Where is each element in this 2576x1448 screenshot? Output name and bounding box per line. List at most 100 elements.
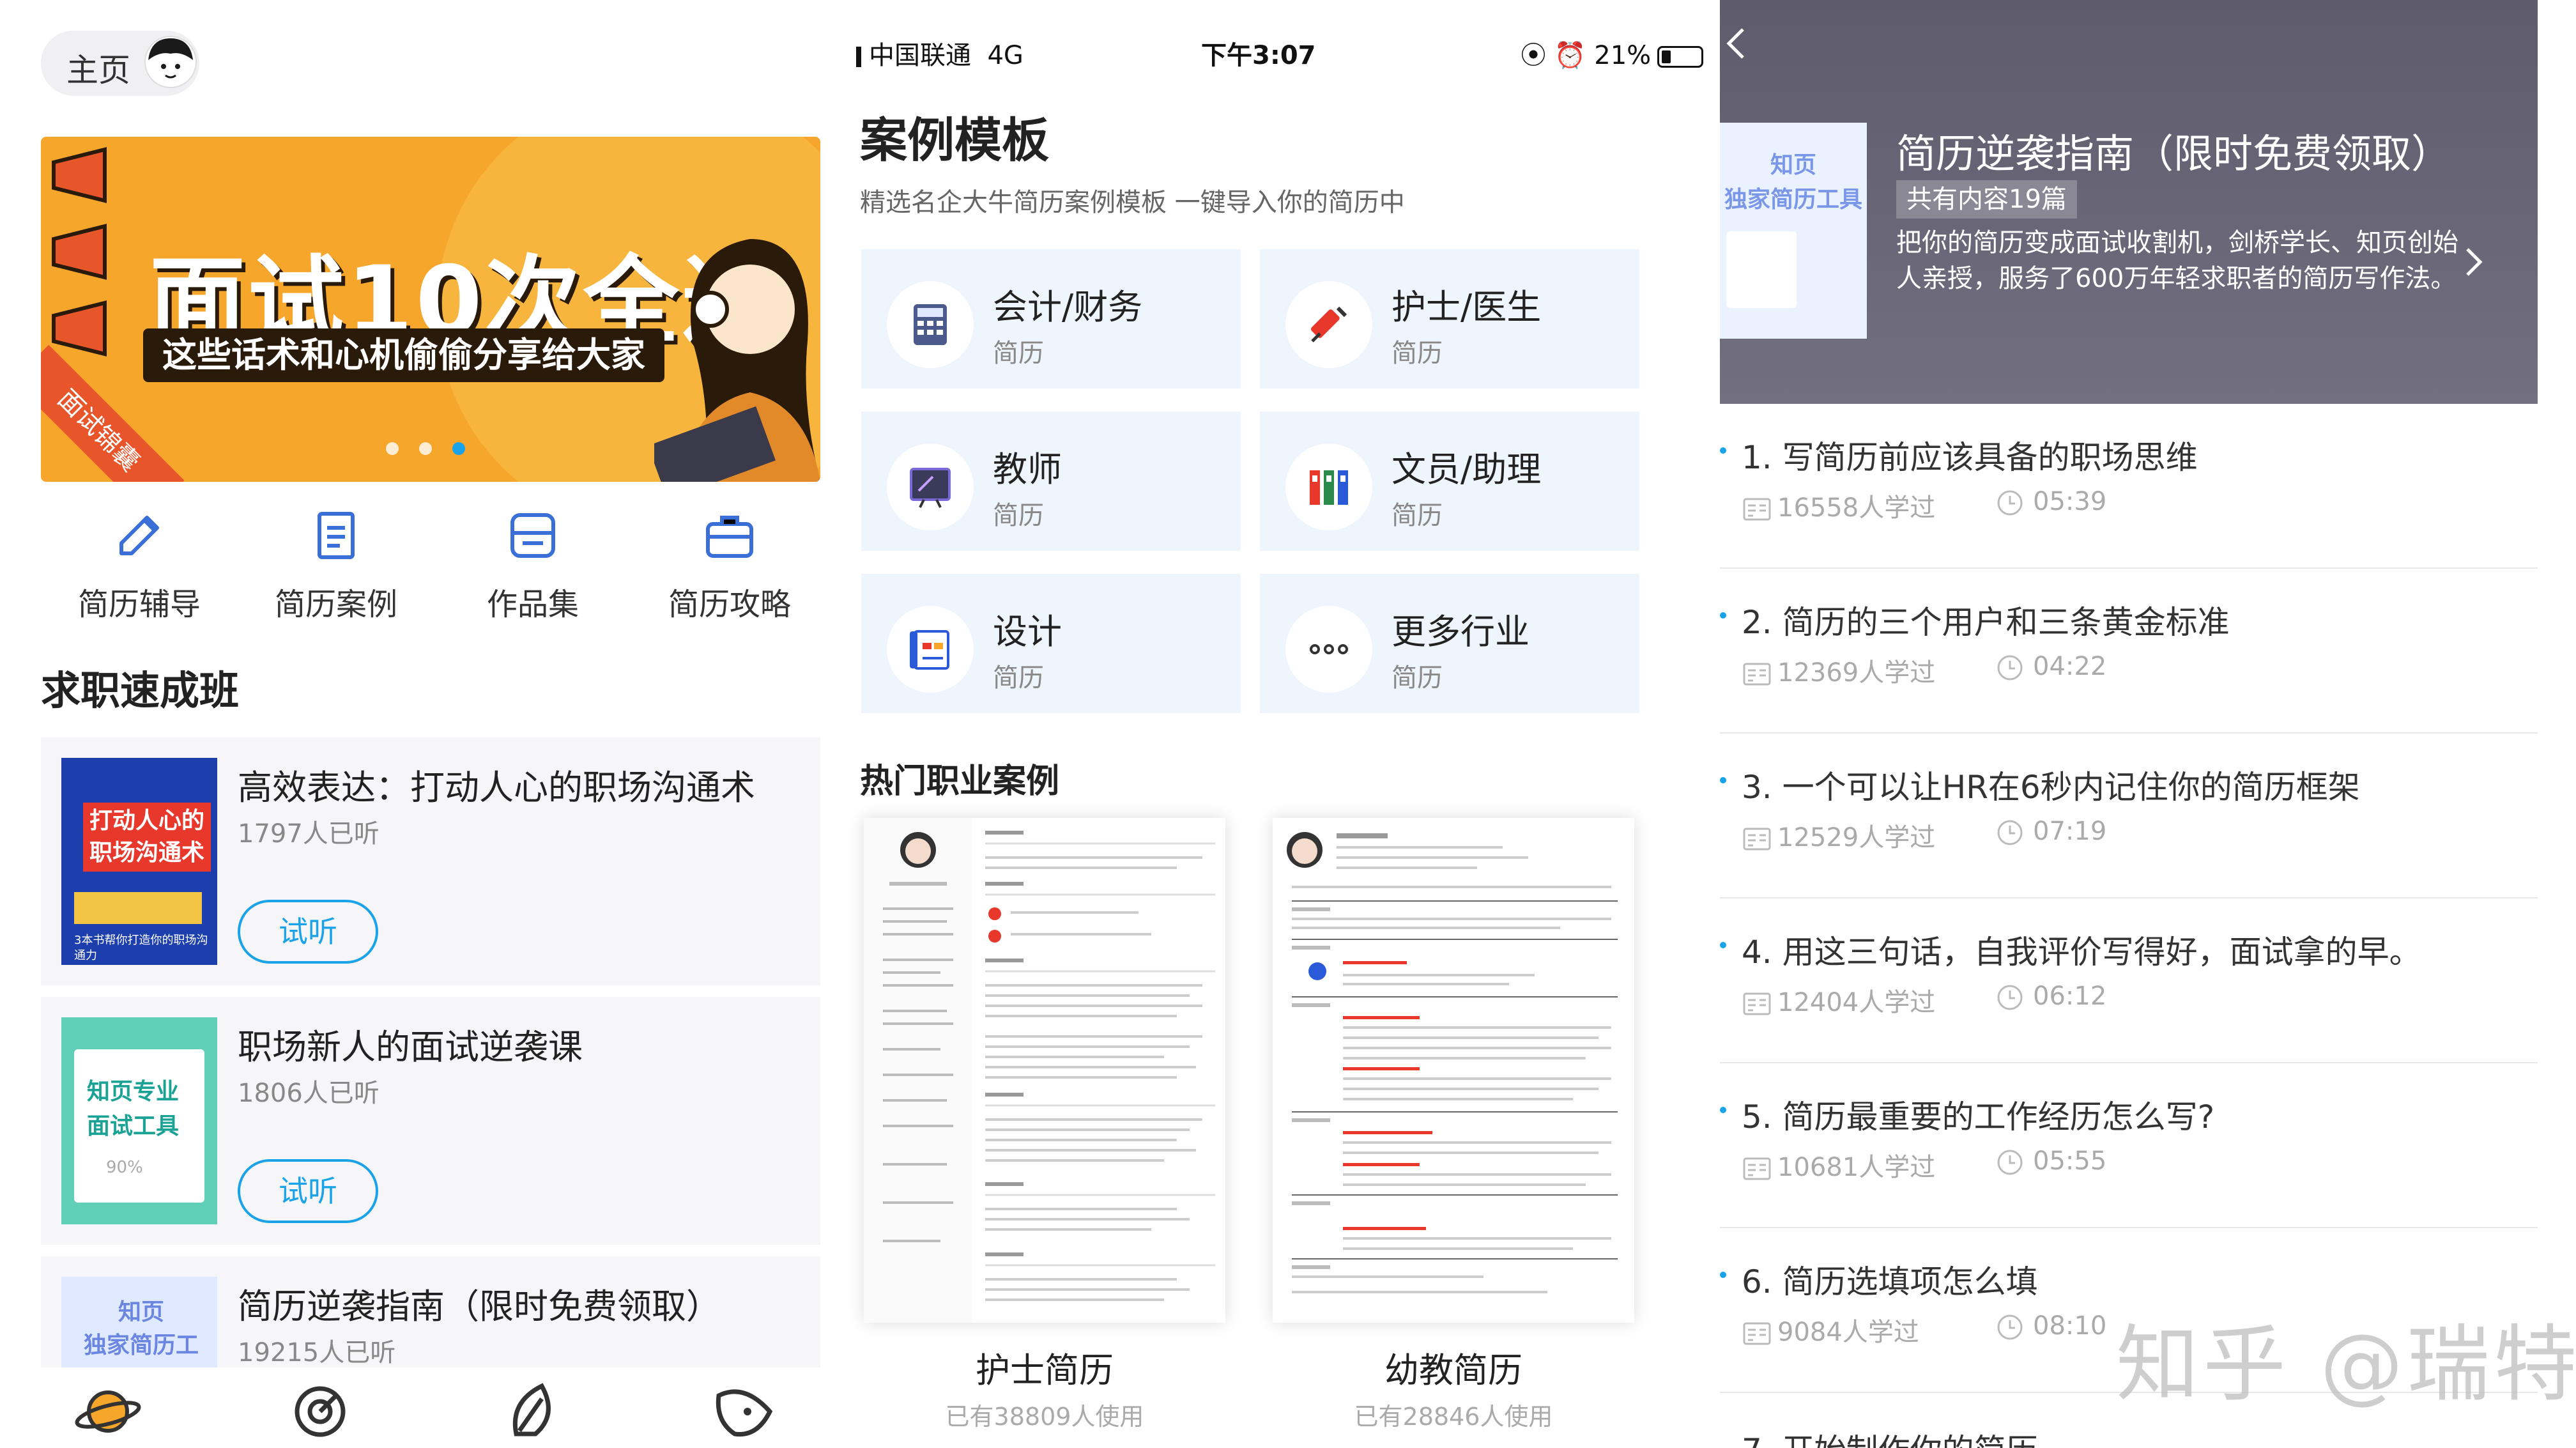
lesson-learners: 12529人学过 bbox=[1742, 817, 1935, 854]
avatar[interactable] bbox=[143, 35, 198, 89]
resume-preview-nurse[interactable] bbox=[864, 818, 1225, 1323]
leaf-icon[interactable] bbox=[497, 1376, 567, 1447]
home-panel: 主页 面试10次全过 这些话术和心机偷偷分享给大家 面试锦囊 简历辅导 简历案例… bbox=[0, 0, 843, 1448]
category-icon-wrap bbox=[887, 606, 974, 693]
cover-footer: 90% bbox=[106, 1158, 143, 1177]
carousel-dot-active[interactable] bbox=[452, 442, 465, 455]
page-title: 案例模板 bbox=[860, 113, 1049, 168]
clock-icon bbox=[1997, 655, 2023, 681]
carousel-dot[interactable] bbox=[419, 442, 432, 455]
lesson-item[interactable]: 4. 用这三句话，自我评价写得好，面试拿的早。 12404人学过 06:12 bbox=[1720, 898, 2538, 1063]
category-name: 设计 bbox=[993, 612, 1062, 652]
design-icon bbox=[910, 630, 949, 670]
category-sub: 简历 bbox=[1392, 501, 1443, 530]
category-more-industries[interactable]: 更多行业 简历 bbox=[1260, 574, 1639, 713]
category-sub: 简历 bbox=[993, 339, 1044, 368]
trial-button[interactable]: 试听 bbox=[238, 900, 378, 964]
category-accounting[interactable]: 会计/财务 简历 bbox=[861, 249, 1241, 389]
lesson-bullet bbox=[1720, 447, 1726, 454]
category-sub: 简历 bbox=[993, 501, 1044, 530]
category-sub: 简历 bbox=[1392, 663, 1443, 693]
calculator-icon bbox=[914, 304, 947, 345]
quick-nav-resume-coaching[interactable]: 简历辅导 bbox=[56, 505, 222, 624]
lesson-learners: 9084人学过 bbox=[1742, 1311, 1919, 1349]
syringe-icon bbox=[1310, 306, 1347, 343]
network-type: 4G bbox=[987, 41, 1023, 70]
course-listen-count: 19215人已听 bbox=[238, 1338, 396, 1367]
status-bar: 中国联通 4G 下午3:07 ⦿ ⏰ 21% bbox=[843, 31, 1720, 72]
cover-card bbox=[1726, 231, 1797, 308]
carousel-dots bbox=[386, 442, 486, 458]
learners-card-icon bbox=[1743, 1157, 1771, 1180]
cover-books bbox=[74, 892, 202, 924]
course-card[interactable]: 知页专业 面试工具 90% 职场新人的面试逆袭课 1806人已听 试听 bbox=[41, 997, 820, 1245]
document-icon bbox=[318, 512, 355, 559]
quick-nav-label: 简历攻略 bbox=[668, 587, 791, 622]
quick-nav-resume-cases[interactable]: 简历案例 bbox=[253, 505, 419, 624]
course-cover: 知页专业 面试工具 90% bbox=[61, 1017, 217, 1224]
binders-icon bbox=[1310, 470, 1348, 505]
promo-banner[interactable]: 面试10次全过 这些话术和心机偷偷分享给大家 面试锦囊 bbox=[41, 137, 820, 482]
listener-illustration bbox=[654, 239, 820, 482]
category-sub: 简历 bbox=[1392, 339, 1443, 368]
category-icon-wrap bbox=[887, 443, 974, 530]
section-title: 热门职业案例 bbox=[860, 762, 1060, 801]
home-button[interactable]: 主页 bbox=[41, 31, 199, 96]
quick-nav-portfolio[interactable]: 作品集 bbox=[450, 505, 616, 624]
battery: ⦿ ⏰ 21% bbox=[1521, 35, 1704, 72]
cover-text: 打动人心的 职场沟通术 bbox=[83, 803, 211, 872]
lesson-title: 6. 简历选填项怎么填 bbox=[1742, 1263, 2038, 1300]
course-title: 简历逆袭指南（限时免费领取） bbox=[238, 1286, 721, 1327]
resume-usage: 已有28846人使用 bbox=[1354, 1403, 1553, 1431]
back-arrow-icon[interactable] bbox=[1722, 24, 1748, 63]
course-listen-count: 1806人已听 bbox=[238, 1079, 379, 1108]
clock-icon bbox=[1997, 820, 2023, 845]
course-card[interactable]: 打动人心的 职场沟通术 3本书帮你打造你的职场沟通力 高效表达：打动人心的职场沟通… bbox=[41, 737, 820, 985]
category-nurse-doctor[interactable]: 护士/医生 简历 bbox=[1260, 249, 1639, 389]
lesson-learners: 10681人学过 bbox=[1742, 1146, 1935, 1184]
planet-icon[interactable] bbox=[73, 1376, 143, 1447]
category-name: 更多行业 bbox=[1392, 612, 1529, 652]
category-teacher[interactable]: 教师 简历 bbox=[861, 412, 1241, 551]
alarm-icon: ⏰ bbox=[1554, 41, 1586, 70]
portfolio-icon bbox=[510, 513, 555, 558]
resume-preview-preschool[interactable] bbox=[1273, 818, 1634, 1323]
lesson-item[interactable]: 2. 简历的三个用户和三条黄金标准 12369人学过 04:22 bbox=[1720, 569, 2538, 734]
content-count-badge: 共有内容19篇 bbox=[1896, 180, 2077, 219]
course-title: 简历逆袭指南（限时免费领取） bbox=[1896, 130, 2451, 177]
resume-name: 护士简历 bbox=[976, 1350, 1114, 1390]
lesson-duration: 04:22 bbox=[1995, 652, 2106, 683]
carousel-dot[interactable] bbox=[386, 442, 399, 455]
target-icon[interactable] bbox=[285, 1376, 355, 1447]
category-design[interactable]: 设计 简历 bbox=[861, 574, 1241, 713]
fox-icon[interactable] bbox=[709, 1376, 779, 1447]
lesson-title: 3. 一个可以让HR在6秒内记住你的简历框架 bbox=[1742, 769, 2360, 806]
category-icon-wrap bbox=[887, 281, 974, 368]
clock-icon bbox=[1997, 490, 2023, 516]
chevron-right-icon[interactable] bbox=[2461, 243, 2487, 281]
signal-icon bbox=[856, 47, 861, 67]
lesson-item[interactable]: 5. 简历最重要的工作经历怎么写? 10681人学过 05:55 bbox=[1720, 1063, 2538, 1228]
quick-nav-label: 简历案例 bbox=[274, 587, 397, 622]
resume-thumbnail bbox=[1287, 832, 1618, 1293]
resume-name: 幼教简历 bbox=[1384, 1350, 1522, 1390]
home-label: 主页 bbox=[66, 52, 130, 89]
trial-button[interactable]: 试听 bbox=[238, 1159, 378, 1223]
quick-nav-resume-guide[interactable]: 简历攻略 bbox=[647, 505, 813, 624]
lesson-duration: 08:10 bbox=[1995, 1311, 2106, 1343]
status-time: 下午3:07 bbox=[1201, 41, 1316, 70]
lesson-item[interactable]: 3. 一个可以让HR在6秒内记住你的简历框架 12529人学过 07:19 bbox=[1720, 734, 2538, 898]
lesson-bullet bbox=[1720, 1272, 1726, 1278]
category-clerk-assistant[interactable]: 文员/助理 简历 bbox=[1260, 412, 1639, 551]
lesson-item[interactable]: 1. 写简历前应该具备的职场思维 16558人学过 05:39 bbox=[1720, 404, 2538, 569]
lesson-title-partial: 7. 开始制作你的简历 bbox=[1742, 1425, 2038, 1448]
category-sub: 简历 bbox=[993, 663, 1044, 693]
orientation-lock-icon: ⦿ bbox=[1521, 41, 1546, 70]
lesson-bullet bbox=[1720, 612, 1726, 619]
cover-text: 知页专业 面试工具 bbox=[87, 1079, 180, 1139]
course-header: 知页 独家简历工具 简历逆袭指南（限时免费领取） 共有内容19篇 把你的简历变成面… bbox=[1720, 0, 2538, 404]
resume-thumbnail bbox=[864, 818, 1215, 1323]
lesson-learners: 12369人学过 bbox=[1742, 652, 1935, 689]
lesson-duration: 07:19 bbox=[1995, 817, 2106, 848]
quick-nav-label: 简历辅导 bbox=[77, 587, 201, 622]
